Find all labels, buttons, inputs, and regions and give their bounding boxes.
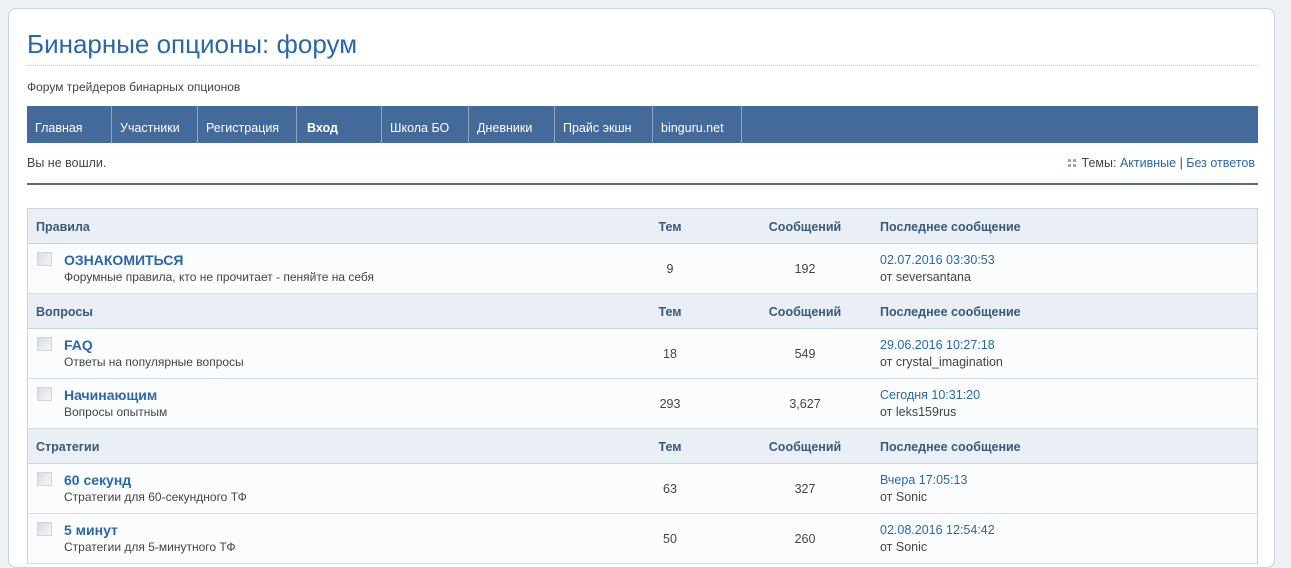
column-last-post-header: Последнее сообщение (880, 220, 1021, 234)
page-container: Бинарные опционы: форум Форум трейдеров … (8, 8, 1275, 568)
forum-row: 5 минут Стратегии для 5-минутного ТФ 50 260… (28, 514, 1257, 564)
active-topics-link[interactable]: Активные (1120, 156, 1176, 170)
last-post-author: от Sonic (880, 490, 928, 504)
forum-link[interactable]: 60 секунд (64, 472, 131, 488)
category-name: Вопросы (36, 305, 93, 319)
forum-topics-count: 18 (663, 347, 677, 361)
column-posts-header: Сообщений (768, 440, 842, 454)
forum-status-icon (37, 252, 52, 266)
nav-item-4[interactable]: Школа БО (382, 106, 469, 143)
nav-item-1[interactable]: Участники (112, 106, 198, 143)
category-name: Правила (36, 220, 90, 234)
page-title: Бинарные опционы: форум (27, 29, 358, 59)
last-post-link[interactable]: 02.07.2016 03:30:53 (880, 253, 995, 267)
forum-posts-count: 327 (794, 482, 816, 496)
column-topics-header: Тем (658, 305, 682, 319)
forum-link[interactable]: FAQ (64, 337, 93, 353)
forum-topics-count: 293 (659, 397, 681, 411)
forum-posts-count: 192 (794, 262, 816, 276)
last-post-link[interactable]: Сегодня 10:31:20 (880, 388, 980, 402)
last-post-link[interactable]: 29.06.2016 10:27:18 (880, 338, 995, 352)
forum-description: Стратегии для 5-минутного ТФ (64, 540, 236, 554)
forum-status-icon (37, 387, 52, 401)
category-name: Стратегии (36, 440, 100, 454)
category-header: Вопросы Тем Сообщений Последнее сообщение (28, 294, 1257, 329)
forum-row: FAQ Ответы на популярные вопросы 18 549 29.0… (28, 329, 1257, 379)
last-post-author: от Sonic (880, 540, 928, 554)
forum-posts-count: 260 (794, 532, 816, 546)
unanswered-topics-link[interactable]: Без ответов (1186, 156, 1255, 170)
last-post-link[interactable]: Вчера 17:05:13 (880, 473, 967, 487)
status-bar: Вы не вошли. Темы: Активные | Без ответо… (27, 149, 1258, 185)
forum-description: Форумные правила, кто не прочитает - пен… (64, 270, 375, 284)
topics-label: Темы: (1081, 156, 1117, 170)
grid-icon (1067, 159, 1076, 167)
forum-table: Правила Тем Сообщений Последнее сообщение ОЗ… (27, 208, 1258, 564)
login-status: Вы не вошли. (27, 156, 107, 170)
column-topics-header: Тем (658, 440, 682, 454)
last-post-author: от crystal_imagination (880, 355, 1003, 369)
nav-item-0[interactable]: Главная (27, 106, 112, 143)
title-divider (27, 65, 1258, 66)
forum-description: Стратегии для 60-секундного ТФ (64, 490, 247, 504)
forum-description: Ответы на популярные вопросы (64, 355, 244, 369)
forum-link[interactable]: 5 минут (64, 522, 118, 538)
forum-status-icon (37, 522, 52, 536)
forum-link[interactable]: Начинающим (64, 387, 157, 403)
column-topics-header: Тем (658, 220, 682, 234)
last-post-author: от leks159rus (880, 405, 957, 419)
column-posts-header: Сообщений (768, 305, 842, 319)
category-header: Правила Тем Сообщений Последнее сообщение (28, 209, 1257, 244)
column-last-post-header: Последнее сообщение (880, 305, 1021, 319)
last-post-author: от seversantana (880, 270, 971, 284)
column-posts-header: Сообщений (768, 220, 842, 234)
nav-item-2[interactable]: Регистрация (198, 106, 297, 143)
last-post-link[interactable]: 02.08.2016 12:54:42 (880, 523, 995, 537)
forum-row: 60 секунд Стратегии для 60-секундного ТФ 6… (28, 464, 1257, 514)
main-nav: Главная Участники Регистрация Вход Школа БО Д… (27, 106, 1258, 143)
forum-row: Начинающим Вопросы опытным 293 3,627 Сегодня… (28, 379, 1257, 429)
forum-topics-count: 63 (663, 482, 677, 496)
forum-link[interactable]: ОЗНАКОМИТЬСЯ (64, 252, 183, 268)
site-description: Форум трейдеров бинарных опционов (27, 80, 241, 94)
forum-status-icon (37, 472, 52, 486)
forum-status-icon (37, 337, 52, 351)
nav-item-7[interactable]: binguru.net (653, 106, 742, 143)
forum-row: ОЗНАКОМИТЬСЯ Форумные правила, кто не про… (28, 244, 1257, 294)
forum-description: Вопросы опытным (64, 405, 168, 419)
nav-item-6[interactable]: Прайс экшн (555, 106, 653, 143)
column-last-post-header: Последнее сообщение (880, 440, 1021, 454)
forum-topics-count: 50 (663, 532, 677, 546)
category-header: Стратегии Тем Сообщений Последнее сообщение (28, 429, 1257, 464)
forum-topics-count: 9 (666, 262, 674, 276)
topics-links: Темы: Активные | Без ответов (1067, 156, 1255, 170)
forum-posts-count: 3,627 (789, 397, 821, 411)
link-separator: | (1179, 156, 1183, 170)
nav-item-5[interactable]: Дневники (469, 106, 555, 143)
forum-posts-count: 549 (794, 347, 816, 361)
nav-item-3[interactable]: Вход (297, 106, 382, 143)
